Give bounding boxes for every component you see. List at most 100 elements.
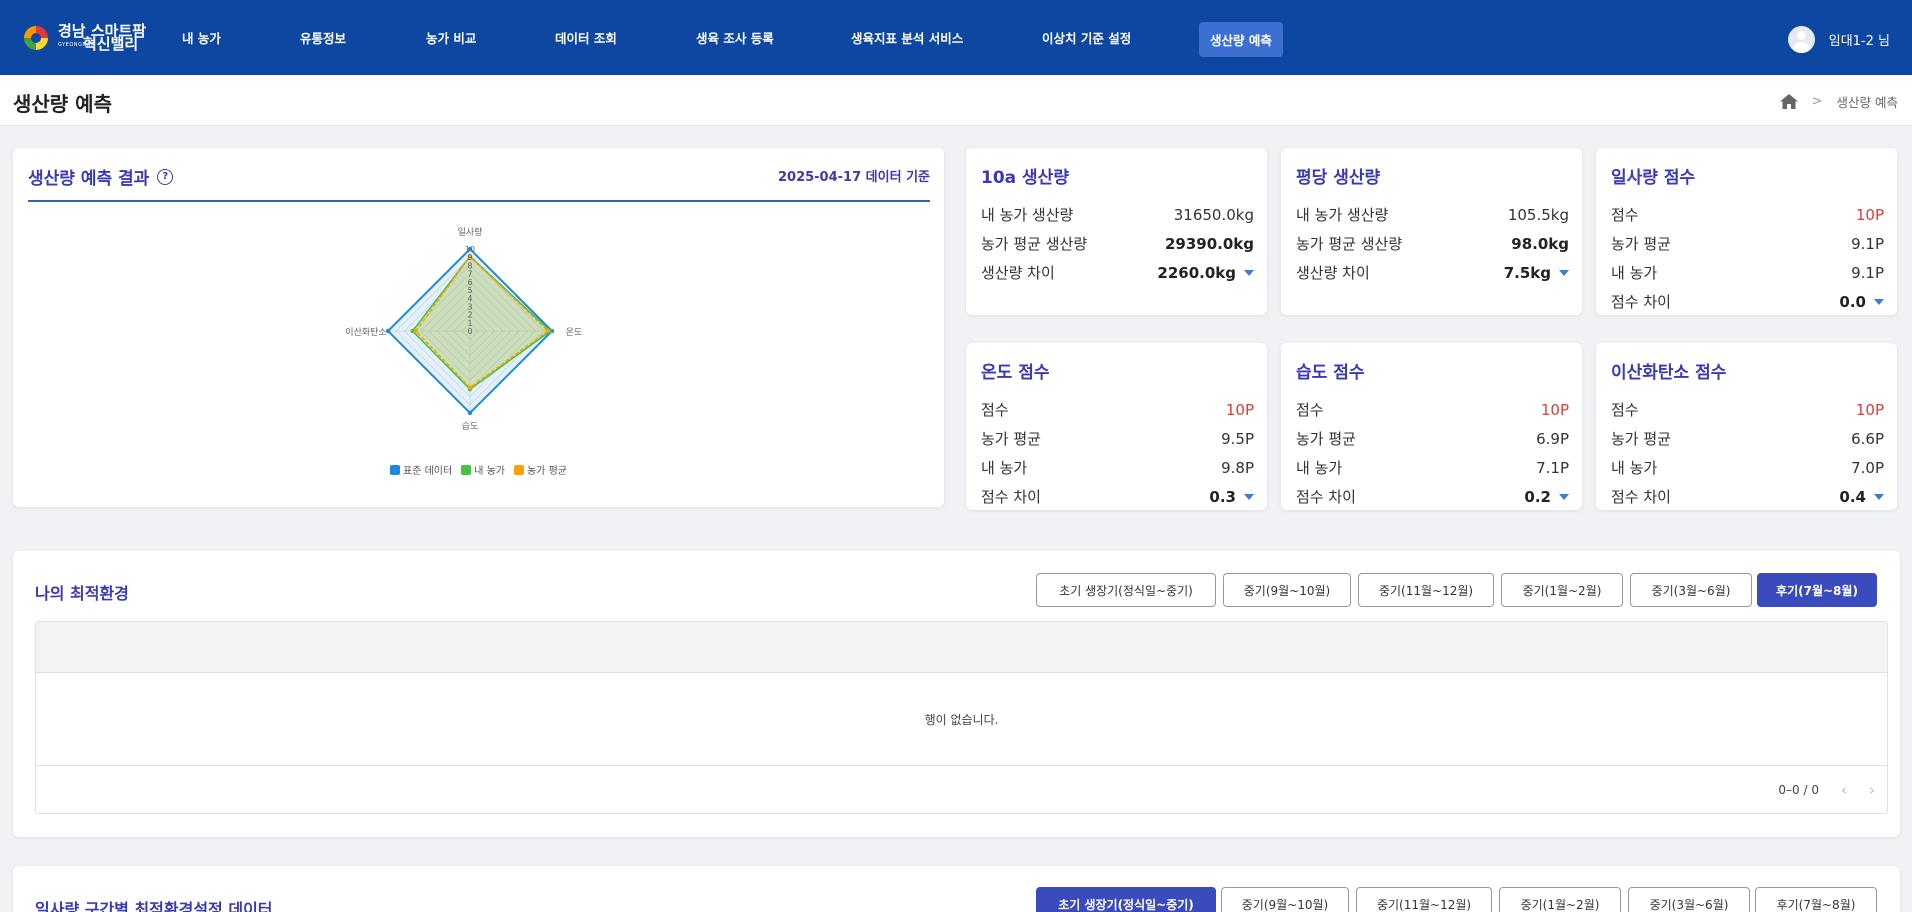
card-title: 온도 점수: [981, 363, 1050, 383]
nav-growth-survey[interactable]: 생육 조사 등록: [696, 28, 774, 47]
card-title: 습도 점수: [1296, 363, 1365, 383]
period-button-jul-aug[interactable]: 후기(7월~8월): [1757, 573, 1877, 607]
metric-label: 내 농가 생산량: [981, 206, 1074, 224]
period-button-jan-feb[interactable]: 중기(1월~2월): [1501, 573, 1623, 607]
nav-my-farm[interactable]: 내 농가: [182, 28, 221, 47]
legend-item-standard[interactable]: 표준 데이터: [390, 462, 452, 477]
metric-value: 105.5kg: [1508, 204, 1569, 225]
metric-label: 농가 평균 생산량: [981, 235, 1088, 253]
user-name: 임대1-2 님: [1828, 34, 1890, 49]
metric-value: 7.1P: [1536, 457, 1569, 478]
breadcrumb-current: 생산량 예측: [1836, 95, 1898, 110]
metric-label: 점수: [1611, 206, 1639, 224]
period-button-nov-dec[interactable]: 중기(11월~12월): [1358, 573, 1494, 607]
metric-value: 6.6P: [1851, 428, 1884, 449]
result-title: 생산량 예측 결과 ?: [28, 164, 174, 189]
metric-label: 점수 차이: [1611, 293, 1671, 311]
metric-label: 내 농가: [1296, 459, 1343, 477]
metric-row: 내 농가 7.0P: [1611, 457, 1884, 478]
page-title-bar: 생산량 예측 > 생산량 예측: [0, 75, 1912, 126]
legend-item-my-farm[interactable]: 내 농가: [461, 462, 505, 477]
period-button-early[interactable]: 초기 생장기(정식일~중기): [1036, 573, 1216, 607]
metric-value-text: 6.9P: [1536, 429, 1569, 448]
radar-chart: 109876543210일사량온도습도이산화탄소: [345, 226, 582, 432]
metric-label: 점수: [1611, 401, 1639, 419]
metric-row: 농가 평균 9.5P: [981, 428, 1254, 449]
logo-icon: [24, 26, 48, 50]
irradiance-title: 일사량 구간별 최적환경설정 데이터: [35, 900, 273, 912]
card-title: 이산화탄소 점수: [1611, 363, 1727, 383]
logo[interactable]: 경남 스마트팜 GYEONGNAM 혁신밸리: [20, 22, 146, 54]
legend-label-my-farm: 내 농가: [474, 466, 505, 477]
metric-value-text: 98.0kg: [1511, 234, 1569, 253]
home-icon[interactable]: [1779, 94, 1798, 109]
optimal-environment-card: 나의 최적환경 초기 생장기(정식일~중기) 중기(9월~10월) 중기(11월…: [13, 551, 1900, 837]
metric-label: 점수 차이: [981, 488, 1041, 506]
nav-distribution-info[interactable]: 유통정보: [300, 28, 346, 47]
radar-point-farm-average: [467, 385, 473, 390]
metric-value: 2260.0kg: [1157, 262, 1254, 283]
metric-label: 농가 평균: [1296, 430, 1356, 448]
nav-growth-analysis[interactable]: 생육지표 분석 서비스: [851, 28, 963, 47]
irr-period-button-jul-aug[interactable]: 후기(7월~8월): [1755, 887, 1877, 912]
period-button-mar-jun[interactable]: 중기(3월~6월): [1630, 573, 1752, 607]
irr-period-button-nov-dec[interactable]: 중기(11월~12월): [1356, 887, 1492, 912]
metric-label: 점수 차이: [1296, 488, 1356, 506]
period-button-sep-oct[interactable]: 중기(9월~10월): [1223, 573, 1351, 607]
caret-down-icon: [1559, 269, 1569, 276]
metric-value-text: 9.1P: [1851, 234, 1884, 253]
yield-10a-card: 10a 생산량 내 농가 생산량 31650.0kg 농가 평균 생산량 29390.0…: [966, 148, 1267, 315]
metric-row: 내 농가 생산량 105.5kg: [1296, 204, 1569, 225]
metric-value-text: 0.0: [1839, 292, 1866, 311]
metric-value: 10P: [1226, 399, 1254, 420]
radar-axis-label: 습도: [462, 421, 479, 432]
help-icon[interactable]: ?: [157, 168, 174, 185]
metric-value-text: 7.5kg: [1503, 263, 1551, 282]
radar-axis-label: 이산화탄소: [345, 327, 386, 338]
caret-down-icon: [1874, 298, 1884, 305]
metric-value-text: 10P: [1225, 400, 1254, 419]
metric-value: 0.4: [1839, 486, 1884, 507]
humidity-score-card: 습도 점수 점수 10P 농가 평균 6.9P 내 농가 7.1P 점수 차이 0.2: [1281, 343, 1582, 510]
metric-value: 7.0P: [1851, 457, 1884, 478]
logo-text: 경남 스마트팜 GYEONGNAM 혁신밸리: [58, 24, 146, 52]
nav-farm-compare[interactable]: 농가 비교: [426, 28, 476, 47]
next-page-icon[interactable]: ›: [1869, 781, 1875, 799]
metric-value: 9.8P: [1221, 457, 1254, 478]
metric-value-text: 105.5kg: [1507, 205, 1569, 224]
metric-row: 내 농가 생산량 31650.0kg: [981, 204, 1254, 225]
prev-page-icon[interactable]: ‹: [1841, 781, 1847, 799]
grid-pagination: 0–0 / 0 ‹ ›: [36, 766, 1887, 813]
irr-period-button-jan-feb[interactable]: 중기(1월~2월): [1499, 887, 1621, 912]
irr-period-button-sep-oct[interactable]: 중기(9월~10월): [1221, 887, 1349, 912]
nav-yield-prediction[interactable]: 생산량 예측: [1199, 22, 1283, 57]
chevron-right-icon: >: [1811, 94, 1823, 109]
metric-row: 농가 평균 생산량 29390.0kg: [981, 233, 1254, 254]
nav-data-query[interactable]: 데이터 조회: [555, 28, 617, 47]
metric-value-text: 0.2: [1524, 487, 1551, 506]
result-date: 2025-04-17 데이터 기준: [777, 170, 930, 185]
card-title: 일사량 점수: [1611, 168, 1696, 188]
metric-value-text: 10P: [1855, 400, 1884, 419]
yield-per-pyeong-card: 평당 생산량 내 농가 생산량 105.5kg 농가 평균 생산량 98.0kg 생산량 …: [1281, 148, 1582, 315]
metric-row: 농가 평균 9.1P: [1611, 233, 1884, 254]
metric-value-text: 7.1P: [1536, 458, 1569, 477]
metric-value-text: 10P: [1540, 400, 1569, 419]
metric-row: 생산량 차이 7.5kg: [1296, 262, 1569, 283]
metric-value-text: 2260.0kg: [1157, 263, 1236, 282]
irr-period-button-early[interactable]: 초기 생장기(정식일~중기): [1036, 887, 1216, 912]
result-title-text: 생산량 예측 결과: [28, 169, 150, 189]
breadcrumb: > 생산량 예측: [1779, 92, 1898, 111]
legend-item-farm-average[interactable]: 농가 평균: [513, 462, 567, 477]
legend-label-standard: 표준 데이터: [403, 466, 453, 477]
avatar[interactable]: [1787, 26, 1815, 53]
metric-value: 0.3: [1209, 486, 1254, 507]
irr-period-button-mar-jun[interactable]: 중기(3월~6월): [1628, 887, 1750, 912]
user-menu[interactable]: 임대1-2 님: [1787, 26, 1890, 53]
metric-value-text: 10P: [1855, 205, 1884, 224]
nav-outlier-settings[interactable]: 이상치 기준 설정: [1042, 28, 1131, 47]
metric-row: 점수 차이 0.3: [981, 486, 1254, 507]
divider: [28, 200, 930, 202]
radar-tick-label: 0: [467, 327, 472, 336]
metric-value: 0.0: [1839, 291, 1884, 312]
